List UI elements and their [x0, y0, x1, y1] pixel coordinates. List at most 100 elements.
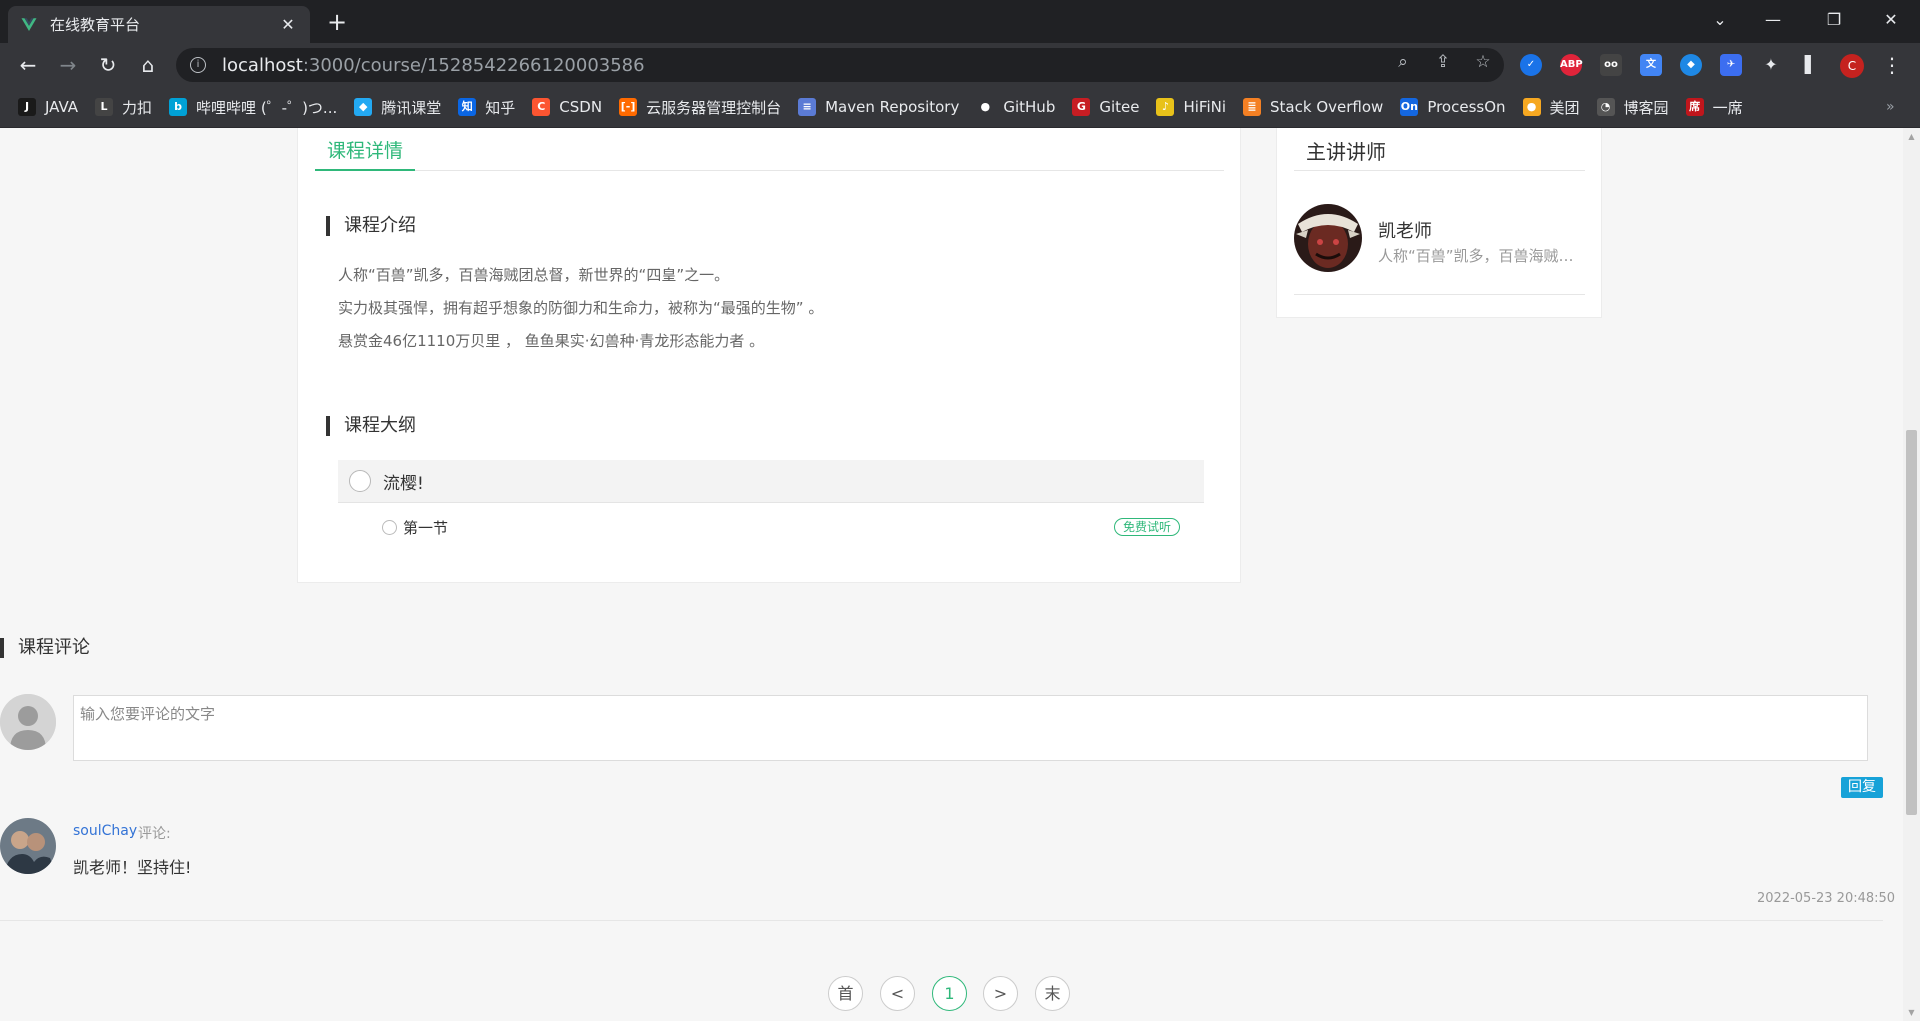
- translate-icon[interactable]: 文: [1640, 54, 1662, 76]
- close-window-icon[interactable]: ✕: [1863, 0, 1919, 40]
- bookmark-item[interactable]: ≣ Stack Overflow: [1243, 98, 1383, 116]
- extension-check-icon[interactable]: ✓: [1520, 54, 1542, 76]
- extension-gem-icon[interactable]: ◆: [1680, 54, 1702, 76]
- bookmark-item[interactable]: C CSDN: [532, 98, 602, 116]
- tab-course-detail[interactable]: 课程详情: [315, 136, 416, 171]
- cnblogs-icon: ◔: [1596, 98, 1615, 116]
- bookmark-label: GitHub: [1003, 98, 1056, 116]
- comment-label: 评论:: [138, 826, 171, 842]
- section-circle-icon: [382, 519, 397, 535]
- bookmark-item[interactable]: L 力扣: [95, 97, 152, 118]
- bookmark-star-icon[interactable]: ☆: [1472, 51, 1494, 73]
- bookmark-label: 博客园: [1623, 98, 1669, 117]
- aliyun-icon: [-]: [619, 98, 638, 116]
- url-text: localhost:3000/course/152854226612000358…: [222, 54, 645, 76]
- comment-input[interactable]: [73, 695, 1868, 761]
- page-next-button[interactable]: >: [983, 976, 1018, 1011]
- extension-glasses-icon[interactable]: oo: [1600, 54, 1622, 76]
- site-info-icon[interactable]: i: [190, 57, 206, 73]
- bookmark-label: ProcessOn: [1427, 98, 1506, 116]
- meituan-icon: ●: [1522, 98, 1541, 116]
- bookmark-item[interactable]: ≡ Maven Repository: [798, 98, 959, 116]
- share-icon[interactable]: ⇪: [1432, 51, 1454, 73]
- restore-icon[interactable]: ❐: [1806, 0, 1862, 40]
- zoom-icon[interactable]: ⌕: [1392, 51, 1414, 73]
- outline-heading: 课程大纲: [326, 416, 416, 436]
- intro-line: 实力极其强悍，拥有超乎想象的防御力和生命力，被称为“最强的生物” 。: [338, 299, 824, 317]
- zhihu-icon: 知: [458, 98, 477, 116]
- tencent-class-icon: ◆: [354, 98, 373, 116]
- commenter-username[interactable]: soulChay: [73, 823, 137, 839]
- intro-line: 人称“百兽”凯多，百兽海贼团总督，新世界的“四皇”之一。: [338, 266, 730, 284]
- browser-toolbar: ← → ↻ ⌂ i localhost:3000/course/15285422…: [0, 43, 1920, 87]
- commenter-avatar: [0, 818, 56, 874]
- bookmark-label: HiFiNi: [1183, 98, 1227, 116]
- comment-timestamp: 2022-05-23 20:48:50: [1757, 891, 1896, 906]
- intro-line: 悬赏金46亿1110万贝里 ， 鱼鱼果实·幻兽种·青龙形态能力者 。: [338, 332, 765, 350]
- close-tab-icon[interactable]: ✕: [278, 15, 298, 34]
- forward-icon[interactable]: →: [54, 51, 82, 79]
- bookmark-item[interactable]: 席一席: [1685, 97, 1743, 118]
- vue-logo-icon: [21, 17, 37, 31]
- teacher-heading-bar: 主讲讲师: [1294, 128, 1585, 171]
- bookmark-item[interactable]: G Gitee: [1072, 98, 1139, 116]
- reload-icon[interactable]: ↻: [94, 51, 122, 79]
- bookmark-item[interactable]: J JAVA: [18, 98, 78, 116]
- bookmark-label: 哔哩哔哩 (゜-゜)つ...: [196, 98, 338, 117]
- teacher-heading: 主讲讲师: [1306, 140, 1386, 164]
- new-tab-icon[interactable]: +: [322, 8, 352, 36]
- address-bar[interactable]: i localhost:3000/course/1528542266120003…: [176, 48, 1504, 82]
- page-first-button[interactable]: 首: [828, 976, 863, 1011]
- page-current-button[interactable]: 1: [932, 976, 967, 1011]
- yixi-icon: 席: [1685, 98, 1704, 116]
- divider: [0, 920, 1883, 921]
- bookmark-item[interactable]: b 哔哩哔哩 (゜-゜)つ...: [169, 97, 337, 118]
- bookmark-label: 美团: [1549, 98, 1580, 117]
- teacher-card: 主讲讲师 凯老师 人称“百兽”凯多，百兽海贼团总督，新世界的“四皇”之一。: [1276, 128, 1602, 318]
- profile-avatar[interactable]: C: [1840, 54, 1864, 78]
- java-icon: J: [18, 98, 36, 116]
- bookmark-item[interactable]: 知知乎: [458, 97, 515, 118]
- scrollbar-thumb[interactable]: [1906, 430, 1917, 815]
- bookmark-item[interactable]: On ProcessOn: [1400, 98, 1506, 116]
- processon-icon: On: [1400, 98, 1419, 116]
- github-icon: ●: [976, 98, 995, 116]
- back-icon[interactable]: ←: [14, 51, 42, 79]
- tab-title: 在线教育平台: [50, 16, 141, 34]
- bookmark-item[interactable]: ● GitHub: [976, 98, 1055, 116]
- more-bookmarks-icon[interactable]: »: [1886, 99, 1895, 115]
- teacher-avatar[interactable]: [1294, 204, 1362, 272]
- scroll-up-icon[interactable]: ▲: [1903, 128, 1920, 145]
- browser-tab[interactable]: 在线教育平台 ✕: [8, 6, 310, 43]
- chapter-row[interactable]: 流樱!: [338, 460, 1204, 503]
- bookmark-item[interactable]: ♪ HiFiNi: [1156, 98, 1226, 116]
- extension-bird-icon[interactable]: ✈: [1720, 54, 1742, 76]
- side-panel-icon[interactable]: ▌: [1800, 54, 1822, 76]
- page-prev-button[interactable]: <: [880, 976, 915, 1011]
- scroll-down-icon[interactable]: ▼: [1903, 1004, 1920, 1021]
- bookmark-item[interactable]: [-] 云服务器管理控制台: [619, 97, 781, 118]
- minimize-icon[interactable]: —: [1745, 0, 1801, 40]
- bilibili-icon: b: [169, 98, 188, 116]
- page-scrollbar[interactable]: ▲ ▼: [1903, 128, 1920, 1021]
- browser-menu-icon[interactable]: ⋮: [1882, 52, 1902, 78]
- free-trial-badge[interactable]: 免费试听: [1113, 518, 1180, 536]
- bookmark-label: JAVA: [45, 98, 79, 116]
- teacher-name[interactable]: 凯老师: [1378, 217, 1432, 243]
- csdn-icon: C: [532, 98, 551, 116]
- gitee-icon: G: [1072, 98, 1091, 116]
- section-row[interactable]: 第一节 免费试听: [382, 515, 1180, 539]
- bookmarks-bar: J JAVA L 力扣 b 哔哩哔哩 (゜-゜)つ... ◆ 腾讯课堂知知乎 C CSDN [-] 云…: [0, 87, 1920, 128]
- bookmark-label: 一席: [1712, 98, 1743, 117]
- bookmark-item[interactable]: ◆ 腾讯课堂: [354, 97, 441, 118]
- detail-tab-bar: 课程详情: [315, 128, 1224, 171]
- bookmark-item[interactable]: ◔ 博客园: [1596, 97, 1669, 118]
- page-last-button[interactable]: 末: [1035, 976, 1070, 1011]
- bookmark-item[interactable]: ● 美团: [1522, 97, 1580, 118]
- reply-button[interactable]: 回复: [1841, 777, 1883, 798]
- extensions-puzzle-icon[interactable]: ✦: [1760, 54, 1782, 76]
- tab-search-icon[interactable]: ⌄: [1692, 0, 1748, 40]
- hifini-icon: ♪: [1156, 98, 1175, 116]
- adblock-icon[interactable]: ABP: [1560, 54, 1583, 76]
- home-icon[interactable]: ⌂: [134, 51, 162, 79]
